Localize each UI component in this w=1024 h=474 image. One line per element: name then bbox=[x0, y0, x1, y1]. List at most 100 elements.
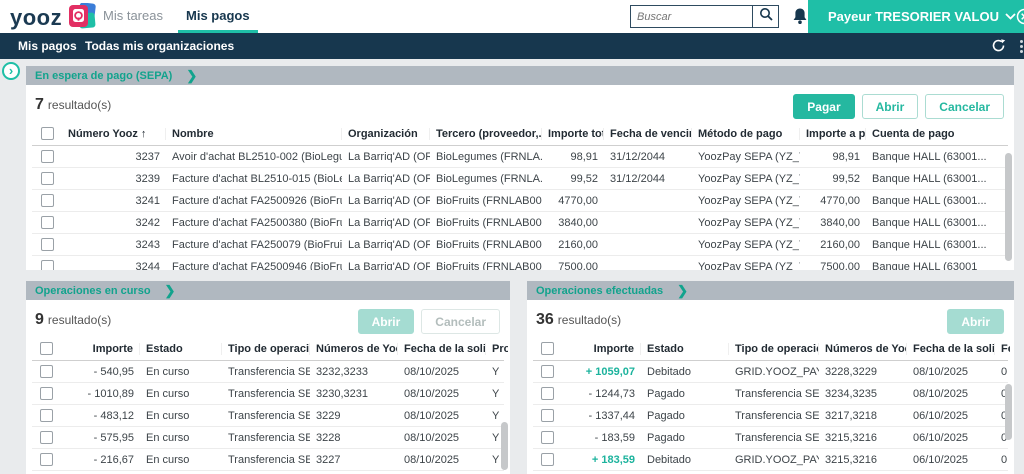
row-checkbox[interactable] bbox=[40, 431, 53, 444]
checkbox-cell bbox=[32, 387, 60, 400]
cell: + 1059,07 bbox=[561, 366, 641, 378]
section-header-pending[interactable]: En espera de pago (SEPA) ❯ bbox=[26, 66, 1014, 85]
row-checkbox[interactable] bbox=[41, 194, 54, 207]
column-header[interactable]: Números de Yooz bbox=[310, 343, 398, 355]
scrollbar[interactable] bbox=[1005, 153, 1012, 261]
column-header[interactable]: Número Yooz ↑ bbox=[62, 128, 166, 140]
abrir-button-disabled[interactable]: Abrir bbox=[358, 309, 415, 334]
cell: Banque HALL (63001 bbox=[866, 261, 1006, 271]
column-header[interactable]: Importe bbox=[60, 343, 140, 355]
row-checkbox[interactable] bbox=[40, 387, 53, 400]
row-checkbox[interactable] bbox=[40, 409, 53, 422]
cell: 31/12/2044 bbox=[604, 173, 692, 185]
cell: YoozPay SEPA (YZ_Y... bbox=[692, 173, 800, 185]
row-checkbox[interactable] bbox=[41, 216, 54, 229]
cell: 0 bbox=[995, 366, 1010, 378]
column-header[interactable]: Nombre bbox=[166, 128, 342, 140]
abrir-button[interactable]: Abrir bbox=[862, 94, 919, 119]
column-header[interactable]: Fecha de la soli... ↓ bbox=[398, 343, 486, 355]
close-session-icon[interactable] bbox=[1016, 8, 1024, 25]
table-row[interactable]: - 1337,44PagadoTransferencia SEPA3217,32… bbox=[533, 405, 1008, 427]
column-header[interactable]: Tercero (proveedor,... bbox=[430, 128, 542, 140]
search-input[interactable] bbox=[630, 5, 752, 28]
column-header[interactable]: Fecha de la solicitud bbox=[907, 343, 995, 355]
abrir-button-disabled[interactable]: Abrir bbox=[947, 309, 1004, 334]
table-row[interactable]: 3239Facture d'achat BL2510-015 (BioLegum… bbox=[32, 168, 1008, 190]
checkbox-cell bbox=[32, 194, 62, 207]
row-checkbox[interactable] bbox=[541, 453, 554, 466]
row-checkbox[interactable] bbox=[541, 409, 554, 422]
select-all-checkbox[interactable] bbox=[541, 342, 554, 355]
column-header[interactable]: Organización bbox=[342, 128, 430, 140]
table-row[interactable]: + 183,59DebitadoGRID.YOOZ_PAY.FUN...3215… bbox=[533, 449, 1008, 471]
table-row[interactable]: 3244Facture d'achat FA2500946 (BioFruits… bbox=[32, 256, 1008, 270]
table-row[interactable]: 3242Facture d'achat FA2500380 (BioFruits… bbox=[32, 212, 1008, 234]
column-header[interactable]: Estado bbox=[140, 343, 222, 355]
row-checkbox[interactable] bbox=[541, 365, 554, 378]
table-row[interactable]: 3243Facture d'achat FA250079 (BioFruits)… bbox=[32, 234, 1008, 256]
table-row[interactable]: - 1244,73PagadoTransferencia SEPA i...32… bbox=[533, 383, 1008, 405]
select-all-checkbox[interactable] bbox=[40, 342, 53, 355]
yooz-logo[interactable]: yooz bbox=[10, 2, 97, 34]
cell: 3227 bbox=[310, 454, 398, 466]
tab-mis-tareas[interactable]: Mis tareas bbox=[103, 0, 163, 33]
section-header-in-progress[interactable]: Operaciones en curso ❯ bbox=[26, 281, 510, 300]
cancelar-button[interactable]: Cancelar bbox=[925, 94, 1004, 119]
row-checkbox[interactable] bbox=[541, 431, 554, 444]
column-header[interactable]: Método de pago bbox=[692, 128, 800, 140]
column-header[interactable]: Números de Yooz bbox=[819, 343, 907, 355]
scrollbar[interactable] bbox=[501, 422, 508, 470]
cell: En curso bbox=[140, 366, 222, 378]
column-header[interactable]: Prove bbox=[486, 343, 508, 355]
user-menu[interactable]: Payeur TRESORIER VALOU bbox=[808, 0, 1024, 33]
cell: - 483,12 bbox=[60, 410, 140, 422]
section-header-completed[interactable]: Operaciones efectuadas ❯ bbox=[527, 281, 1014, 300]
table-row[interactable]: 3241Facture d'achat FA2500926 (BioFruits… bbox=[32, 190, 1008, 212]
row-checkbox[interactable] bbox=[40, 453, 53, 466]
row-checkbox[interactable] bbox=[41, 172, 54, 185]
cell: YoozPay SEPA (YZ_Y... bbox=[692, 217, 800, 229]
refresh-icon[interactable] bbox=[991, 38, 1006, 58]
kebab-menu-icon[interactable] bbox=[1020, 40, 1024, 55]
cell: GRID.YOOZ_PAY.FUN... bbox=[729, 366, 819, 378]
cell: Facture d'achat BL2510-015 (BioLegumes) bbox=[166, 173, 342, 185]
column-header[interactable]: Importe bbox=[561, 343, 641, 355]
column-header[interactable]: Estado bbox=[641, 343, 729, 355]
tab-mis-pagos[interactable]: Mis pagos bbox=[186, 0, 250, 33]
table-row[interactable]: + 1059,07DebitadoGRID.YOOZ_PAY.FUN...322… bbox=[533, 361, 1008, 383]
table-row[interactable]: - 540,95En cursoTransferencia SEPA3232,3… bbox=[32, 361, 504, 383]
table-row[interactable]: 3237Avoir d'achat BL2510-002 (BioLegumes… bbox=[32, 146, 1008, 168]
column-header[interactable]: Tipo de operación bbox=[222, 343, 310, 355]
notifications-bell-icon[interactable] bbox=[792, 7, 808, 30]
table-row[interactable]: - 1010,89En cursoTransferencia SEPA3230,… bbox=[32, 383, 504, 405]
column-header[interactable]: Fecha de vencimiento bbox=[604, 128, 692, 140]
column-header[interactable]: Importe total bbox=[542, 128, 604, 140]
scrollbar[interactable] bbox=[1005, 384, 1012, 440]
select-all-checkbox[interactable] bbox=[41, 127, 54, 140]
table-row[interactable]: - 483,12En cursoTransferencia SEPA322908… bbox=[32, 405, 504, 427]
row-checkbox[interactable] bbox=[541, 387, 554, 400]
search-area bbox=[630, 5, 779, 28]
column-header[interactable]: Tipo de operación bbox=[729, 343, 819, 355]
row-checkbox[interactable] bbox=[41, 150, 54, 163]
nav-item-todas-mis-organizaciones[interactable]: Todas mis organizaciones bbox=[85, 33, 234, 59]
table-row[interactable]: - 216,67En cursoTransferencia SEPA322708… bbox=[32, 449, 504, 471]
row-checkbox[interactable] bbox=[41, 238, 54, 251]
column-header[interactable]: Cuenta de pago bbox=[866, 128, 1006, 140]
nav-item-mis-pagos[interactable]: Mis pagos bbox=[18, 33, 77, 59]
table-row[interactable]: - 575,95En cursoTransferencia SEPA322808… bbox=[32, 427, 504, 449]
search-button[interactable] bbox=[752, 5, 779, 28]
row-checkbox[interactable] bbox=[41, 260, 54, 270]
column-header[interactable]: Importe a pagar bbox=[800, 128, 866, 140]
table-row[interactable]: - 183,59PagadoTransferencia SEPA3215,321… bbox=[533, 427, 1008, 449]
cell: Y bbox=[486, 366, 508, 378]
collapse-panel-chevron-icon[interactable]: › bbox=[2, 62, 20, 80]
cell: - 1010,89 bbox=[60, 388, 140, 400]
column-header[interactable]: Fech bbox=[995, 343, 1010, 355]
cell: 3234,3235 bbox=[819, 388, 907, 400]
cell: Debitado bbox=[641, 454, 729, 466]
row-checkbox[interactable] bbox=[40, 365, 53, 378]
pagar-button[interactable]: Pagar bbox=[793, 94, 854, 119]
cancelar-button-disabled[interactable]: Cancelar bbox=[421, 309, 500, 334]
top-bar: yooz Mis tareas Mis pagos Payeur TRE bbox=[0, 0, 1024, 33]
